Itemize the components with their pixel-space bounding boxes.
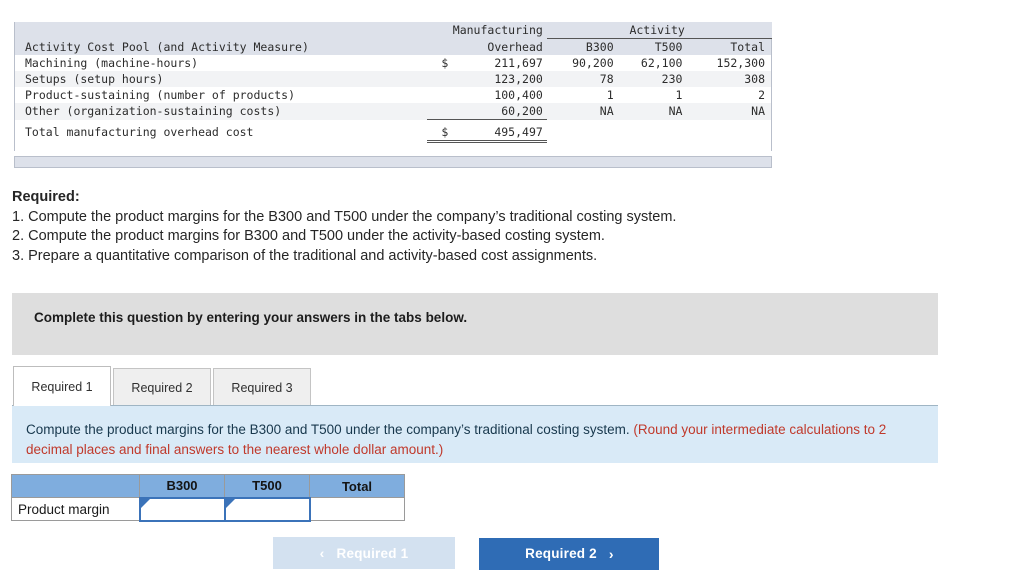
row-b300: 78 [599, 72, 614, 86]
product-margin-total-cell [309, 497, 405, 521]
dollar-sign: $ [441, 56, 449, 70]
product-margin-b300-input[interactable] [138, 496, 226, 522]
tab-required-2[interactable]: Required 2 [113, 368, 211, 406]
required-section: Required: 1. Compute the product margins… [12, 188, 872, 266]
empty-cell [686, 123, 773, 141]
table-row: Setups (setup hours) 123,200 78 230 308 [14, 71, 773, 87]
total-row-value-cell: $495,497 [427, 123, 547, 143]
mfg-header-line1: Manufacturing [452, 23, 543, 38]
total-row-value: 495,497 [494, 124, 543, 139]
tab-required-3[interactable]: Required 3 [213, 368, 311, 406]
row-b300: NA [599, 104, 614, 119]
question-panel: Compute the product margins for the B300… [12, 405, 938, 463]
row-t500: 230 [661, 72, 683, 86]
chevron-left-icon: ‹ [319, 545, 325, 561]
tab-label: Required 3 [231, 380, 293, 395]
table-row: Other (organization-sustaining costs) 60… [14, 103, 773, 120]
row-label: Setups (setup hours) [14, 71, 428, 87]
row-mfg-overhead: $211,697 [427, 55, 546, 71]
table-total-row: Total manufacturing overhead cost $495,4… [14, 123, 773, 143]
answer-row-label: Product margin [11, 497, 140, 521]
row-total: 152,300 [686, 55, 773, 71]
prev-button-label: Required 1 [336, 545, 409, 561]
answer-header-corner [11, 474, 140, 498]
col-header-total: Total [686, 38, 773, 55]
answer-table-header-row: B300 T500 Total [11, 474, 405, 498]
next-button-label: Required 2 [525, 546, 597, 561]
empty-cell [618, 124, 687, 142]
row-b300: 90,200 [572, 56, 614, 70]
row-label: Machining (machine-hours) [14, 55, 428, 71]
row-label: Other (organization-sustaining costs) [14, 103, 428, 120]
activity-cost-pool-table: Manufacturing Activity Activity Cost Poo… [14, 22, 773, 151]
cost-table: Manufacturing Activity Activity Cost Poo… [14, 22, 773, 151]
required-item-1: 1. Compute the product margins for the B… [12, 208, 677, 225]
required-item-2: 2. Compute the product margins for B300 … [12, 228, 605, 244]
next-required-button[interactable]: Required 2 › [479, 537, 660, 570]
question-main-text: Compute the product margins for the B300… [26, 422, 634, 437]
spacer-cell [427, 141, 546, 151]
empty-cell [547, 124, 618, 142]
tab-bar: Required 1 Required 2 Required 3 [13, 366, 313, 406]
chevron-right-icon: › [608, 545, 614, 562]
required-title: Required: [12, 189, 80, 205]
row-t500: 62,100 [640, 56, 683, 70]
row-total: 2 [686, 87, 773, 103]
spacer-cell [14, 141, 428, 151]
tab-label: Required 1 [31, 379, 93, 394]
nav-button-group: ‹ Required 1 Required 2 › [273, 537, 660, 570]
answer-header-total: Total [309, 474, 405, 498]
instruction-text: Complete this question by entering your … [34, 310, 468, 325]
spacer-cell [686, 141, 773, 151]
required-item-3: 3. Prepare a quantitative comparison of … [12, 247, 598, 264]
total-row-label: Total manufacturing overhead cost [14, 123, 428, 141]
dollar-sign: $ [441, 124, 449, 139]
row-mfg-value: 211,697 [494, 56, 543, 70]
table-group-header-row: Manufacturing Activity [14, 22, 772, 39]
spacer-cell [14, 22, 428, 39]
row-mfg-overhead: 123,200 [494, 72, 543, 86]
product-margin-t500-input[interactable] [223, 496, 311, 522]
table-column-header-row: Activity Cost Pool (and Activity Measure… [14, 38, 773, 55]
cell-flag-icon [140, 498, 150, 508]
tab-label: Required 2 [131, 380, 193, 395]
row-t500: 1 [675, 88, 683, 102]
table-row: Product-sustaining (number of products) … [14, 87, 773, 103]
instruction-panel: Complete this question by entering your … [12, 293, 938, 355]
col-header-label: Activity Cost Pool (and Activity Measure… [14, 38, 428, 55]
cell-flag-icon [225, 498, 235, 508]
answer-header-t500: T500 [224, 474, 310, 498]
col-header-b300: B300 [585, 40, 614, 54]
row-mfg-overhead: 100,400 [494, 88, 543, 102]
row-total: 308 [686, 71, 773, 87]
page-root: Manufacturing Activity Activity Cost Poo… [0, 0, 1024, 580]
table-row: Machining (machine-hours) $211,697 90,20… [14, 55, 773, 71]
answer-header-b300: B300 [139, 474, 225, 498]
spacer-cell [547, 141, 618, 151]
prev-required-button[interactable]: ‹ Required 1 [273, 537, 455, 569]
col-header-overhead: Overhead [487, 39, 543, 54]
tab-required-1[interactable]: Required 1 [13, 366, 111, 406]
row-total: NA [686, 103, 773, 120]
answer-table: B300 T500 Total Product margin [11, 474, 405, 522]
answer-table-row: Product margin [11, 496, 405, 522]
activity-group-label: Activity [546, 22, 772, 39]
table-footer-bar [14, 156, 772, 168]
row-t500: NA [668, 104, 683, 119]
spacer-cell [618, 141, 687, 151]
row-label: Product-sustaining (number of products) [14, 87, 428, 103]
row-mfg-overhead: 60,200 [427, 103, 547, 120]
row-b300: 1 [606, 88, 614, 102]
table-bottom-spacer [14, 141, 773, 151]
col-header-t500: T500 [654, 40, 683, 54]
question-text-wrap: Compute the product margins for the B300… [26, 420, 906, 460]
